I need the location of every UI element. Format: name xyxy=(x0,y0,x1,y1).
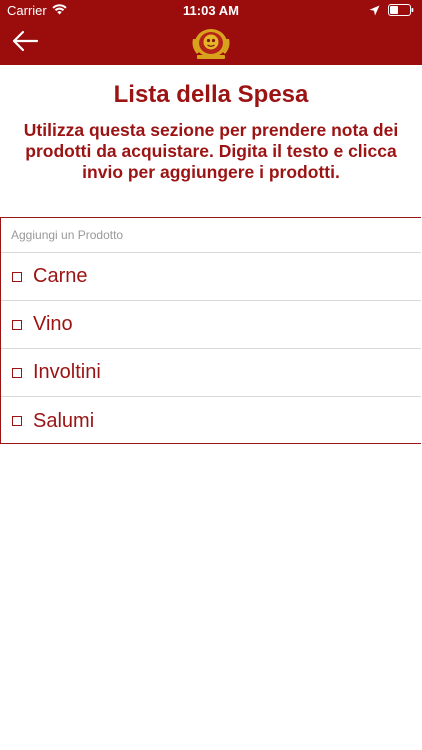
back-button[interactable] xyxy=(8,28,42,58)
location-arrow-icon xyxy=(369,4,380,19)
battery-icon xyxy=(388,4,414,19)
list-item[interactable]: Involtini xyxy=(1,349,421,397)
list-item-label: Involtini xyxy=(33,361,101,383)
checkbox[interactable] xyxy=(12,367,22,378)
checkbox[interactable] xyxy=(12,416,22,426)
page-description: Utilizza questa sezione per prendere not… xyxy=(23,120,399,182)
add-product-input[interactable] xyxy=(1,218,421,253)
status-time: 11:03 AM xyxy=(183,3,239,18)
shopping-list: Carne Vino Involtini Salumi xyxy=(0,217,421,444)
list-item[interactable]: Vino xyxy=(1,301,421,349)
checkbox[interactable] xyxy=(12,271,22,282)
status-right xyxy=(369,4,414,19)
nav-bar xyxy=(0,22,422,65)
list-item[interactable]: Carne xyxy=(1,253,421,301)
checkbox[interactable] xyxy=(12,319,22,330)
list-item[interactable]: Salumi xyxy=(1,397,421,445)
arrow-left-icon xyxy=(11,30,39,57)
list-item-label: Vino xyxy=(33,313,73,335)
list-item-label: Carne xyxy=(33,265,88,287)
crest-logo xyxy=(189,27,233,61)
list-item-label: Salumi xyxy=(33,409,95,432)
page-title: Lista della Spesa xyxy=(113,81,309,108)
status-bar: Carrier 11:03 AM xyxy=(0,0,422,22)
